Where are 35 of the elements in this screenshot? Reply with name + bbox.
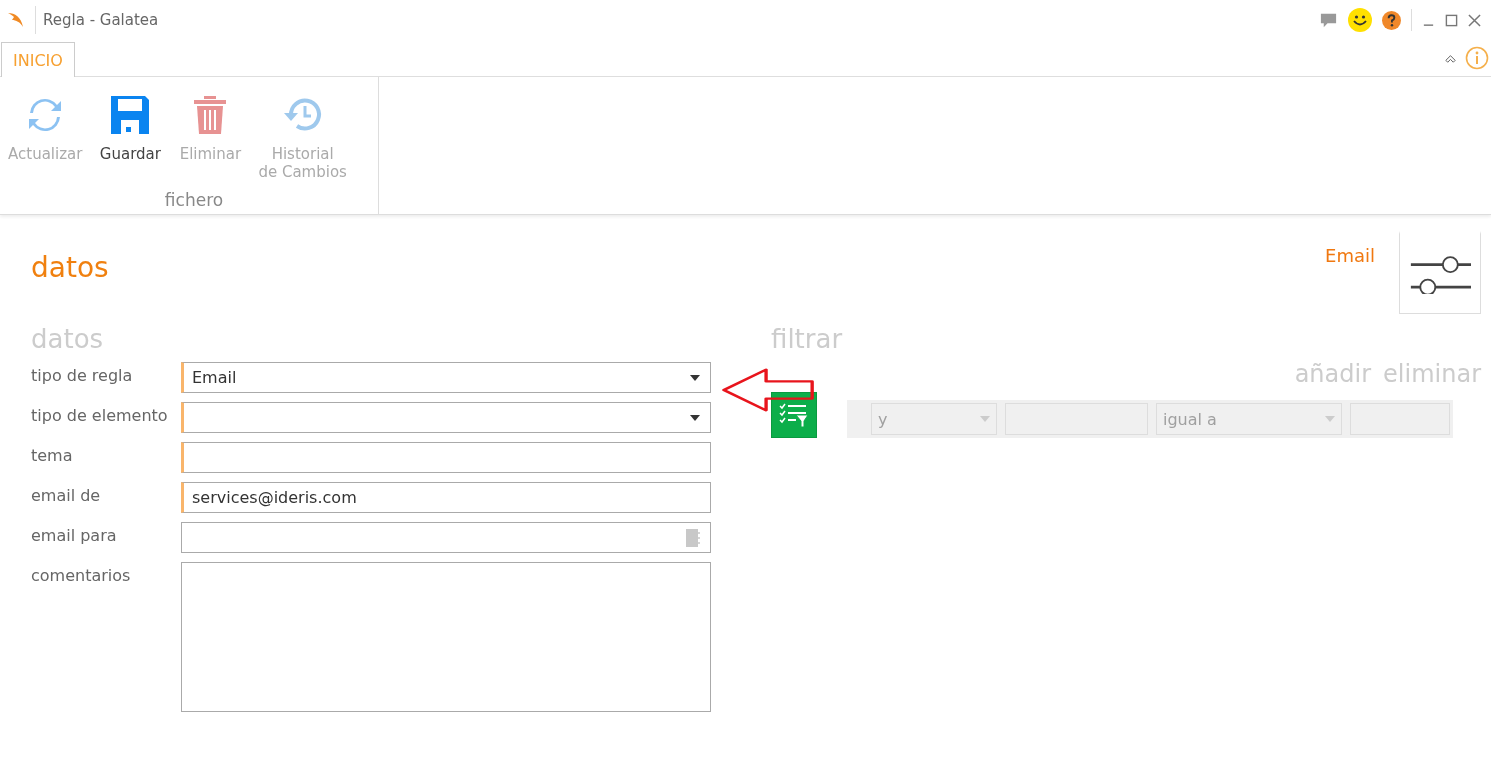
page-title: datos xyxy=(31,251,109,284)
comments-field[interactable] xyxy=(181,562,711,712)
dropdown[interactable]: Email xyxy=(181,362,711,393)
window-title: Regla - Galatea xyxy=(43,11,159,29)
dropdown[interactable]: igual a xyxy=(1156,403,1342,435)
ribbon-group-label: fichero xyxy=(163,190,224,210)
dropdown[interactable]: y xyxy=(871,403,997,435)
dropdown-caret-icon xyxy=(690,374,700,381)
help-icon[interactable] xyxy=(1382,10,1401,30)
ribbon-button[interactable]: Guardar xyxy=(90,95,171,181)
sliders-icon xyxy=(1409,253,1471,294)
field-label: email de xyxy=(31,485,102,505)
field-label: tipo de elemento xyxy=(31,405,169,425)
field-label: comentarios xyxy=(31,565,132,585)
filter-button[interactable] xyxy=(771,392,817,438)
dropdown-caret-icon xyxy=(690,414,700,421)
field-label: tema xyxy=(31,445,74,465)
settings-button[interactable] xyxy=(1399,231,1481,314)
mode-label: Email xyxy=(1325,245,1375,266)
address-book-icon[interactable] xyxy=(686,528,700,547)
dropdown-caret-icon xyxy=(1325,416,1335,422)
close-icon[interactable] xyxy=(1468,13,1481,27)
field-label: tipo de regla xyxy=(31,365,134,385)
save-icon xyxy=(110,95,151,135)
dropdown-caret-icon xyxy=(980,416,990,422)
filter-list-icon xyxy=(779,402,809,428)
smiley-icon[interactable] xyxy=(1348,8,1372,32)
dropdown[interactable] xyxy=(181,402,711,433)
input-field[interactable] xyxy=(181,522,711,553)
info-icon[interactable] xyxy=(1465,46,1489,70)
input-field[interactable]: services@ideris.com xyxy=(181,482,711,513)
ribbon-tab[interactable]: INICIO xyxy=(1,42,75,77)
field-label: email para xyxy=(31,525,118,545)
maximize-icon[interactable] xyxy=(1445,13,1458,27)
input-field[interactable] xyxy=(181,442,711,473)
